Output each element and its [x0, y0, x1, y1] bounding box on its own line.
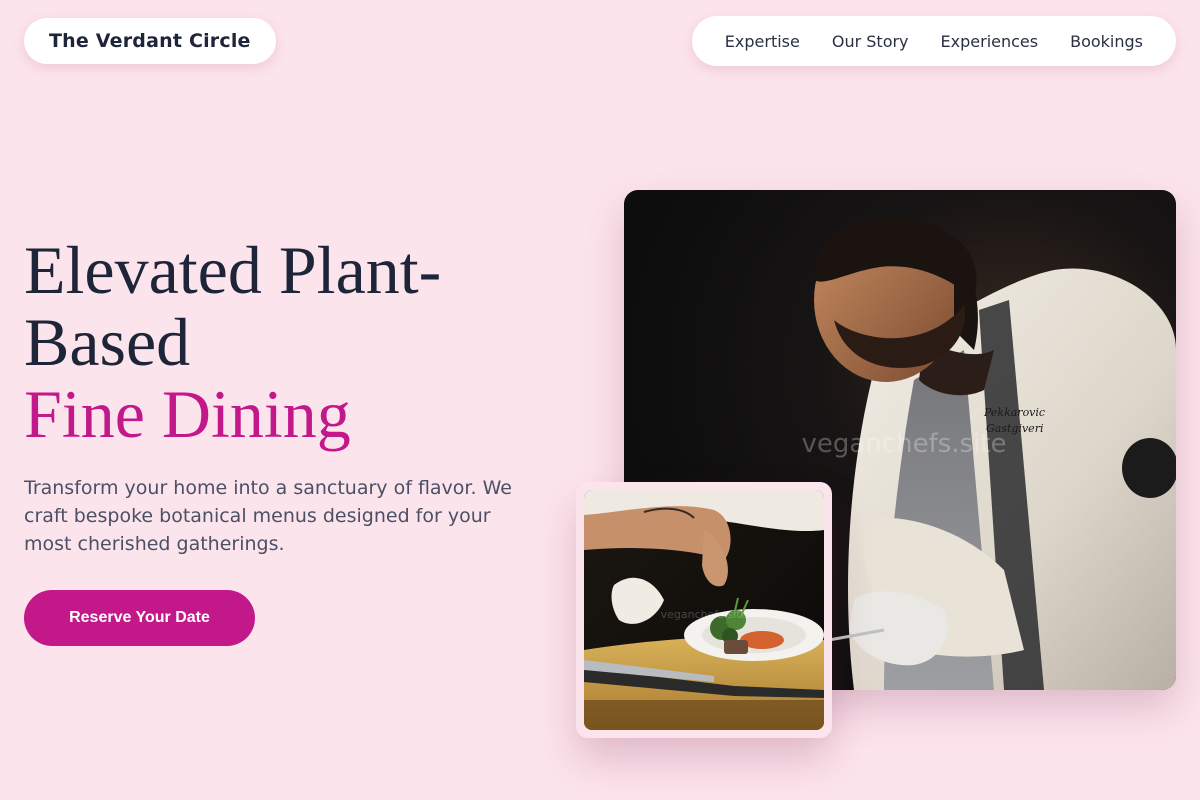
chef-photo-watermark: veganchefs.site [802, 429, 1007, 459]
hero-description: Transform your home into a sanctuary of … [24, 477, 512, 555]
brand-logo[interactable]: The Verdant Circle [24, 18, 276, 64]
hero-title-line-1: Elevated Plant- [24, 232, 442, 308]
hero-title-line-2: Based [24, 304, 191, 380]
plating-photo-illustration: veganchefs.site [584, 490, 824, 730]
nav-link-our-story[interactable]: Our Story [816, 32, 925, 51]
nav-link-experiences[interactable]: Experiences [925, 32, 1055, 51]
brand-name: The Verdant Circle [49, 30, 251, 52]
hero-title: Elevated Plant- Based Fine Dining [24, 234, 564, 450]
page: The Verdant Circle Expertise Our Story E… [0, 0, 1200, 800]
plating-photo-watermark: veganchefs.site [661, 608, 748, 621]
main-nav: Expertise Our Story Experiences Bookings [691, 16, 1176, 66]
svg-text:Pekkarovic: Pekkarovic [983, 406, 1045, 419]
reserve-date-button[interactable]: Reserve Your Date [24, 590, 255, 646]
nav-link-bookings[interactable]: Bookings [1054, 32, 1159, 51]
plating-photo: veganchefs.site [584, 490, 824, 730]
nav-link-expertise[interactable]: Expertise [709, 32, 816, 51]
hero-title-accent: Fine Dining [24, 376, 351, 452]
plating-photo-frame: veganchefs.site [576, 482, 832, 738]
